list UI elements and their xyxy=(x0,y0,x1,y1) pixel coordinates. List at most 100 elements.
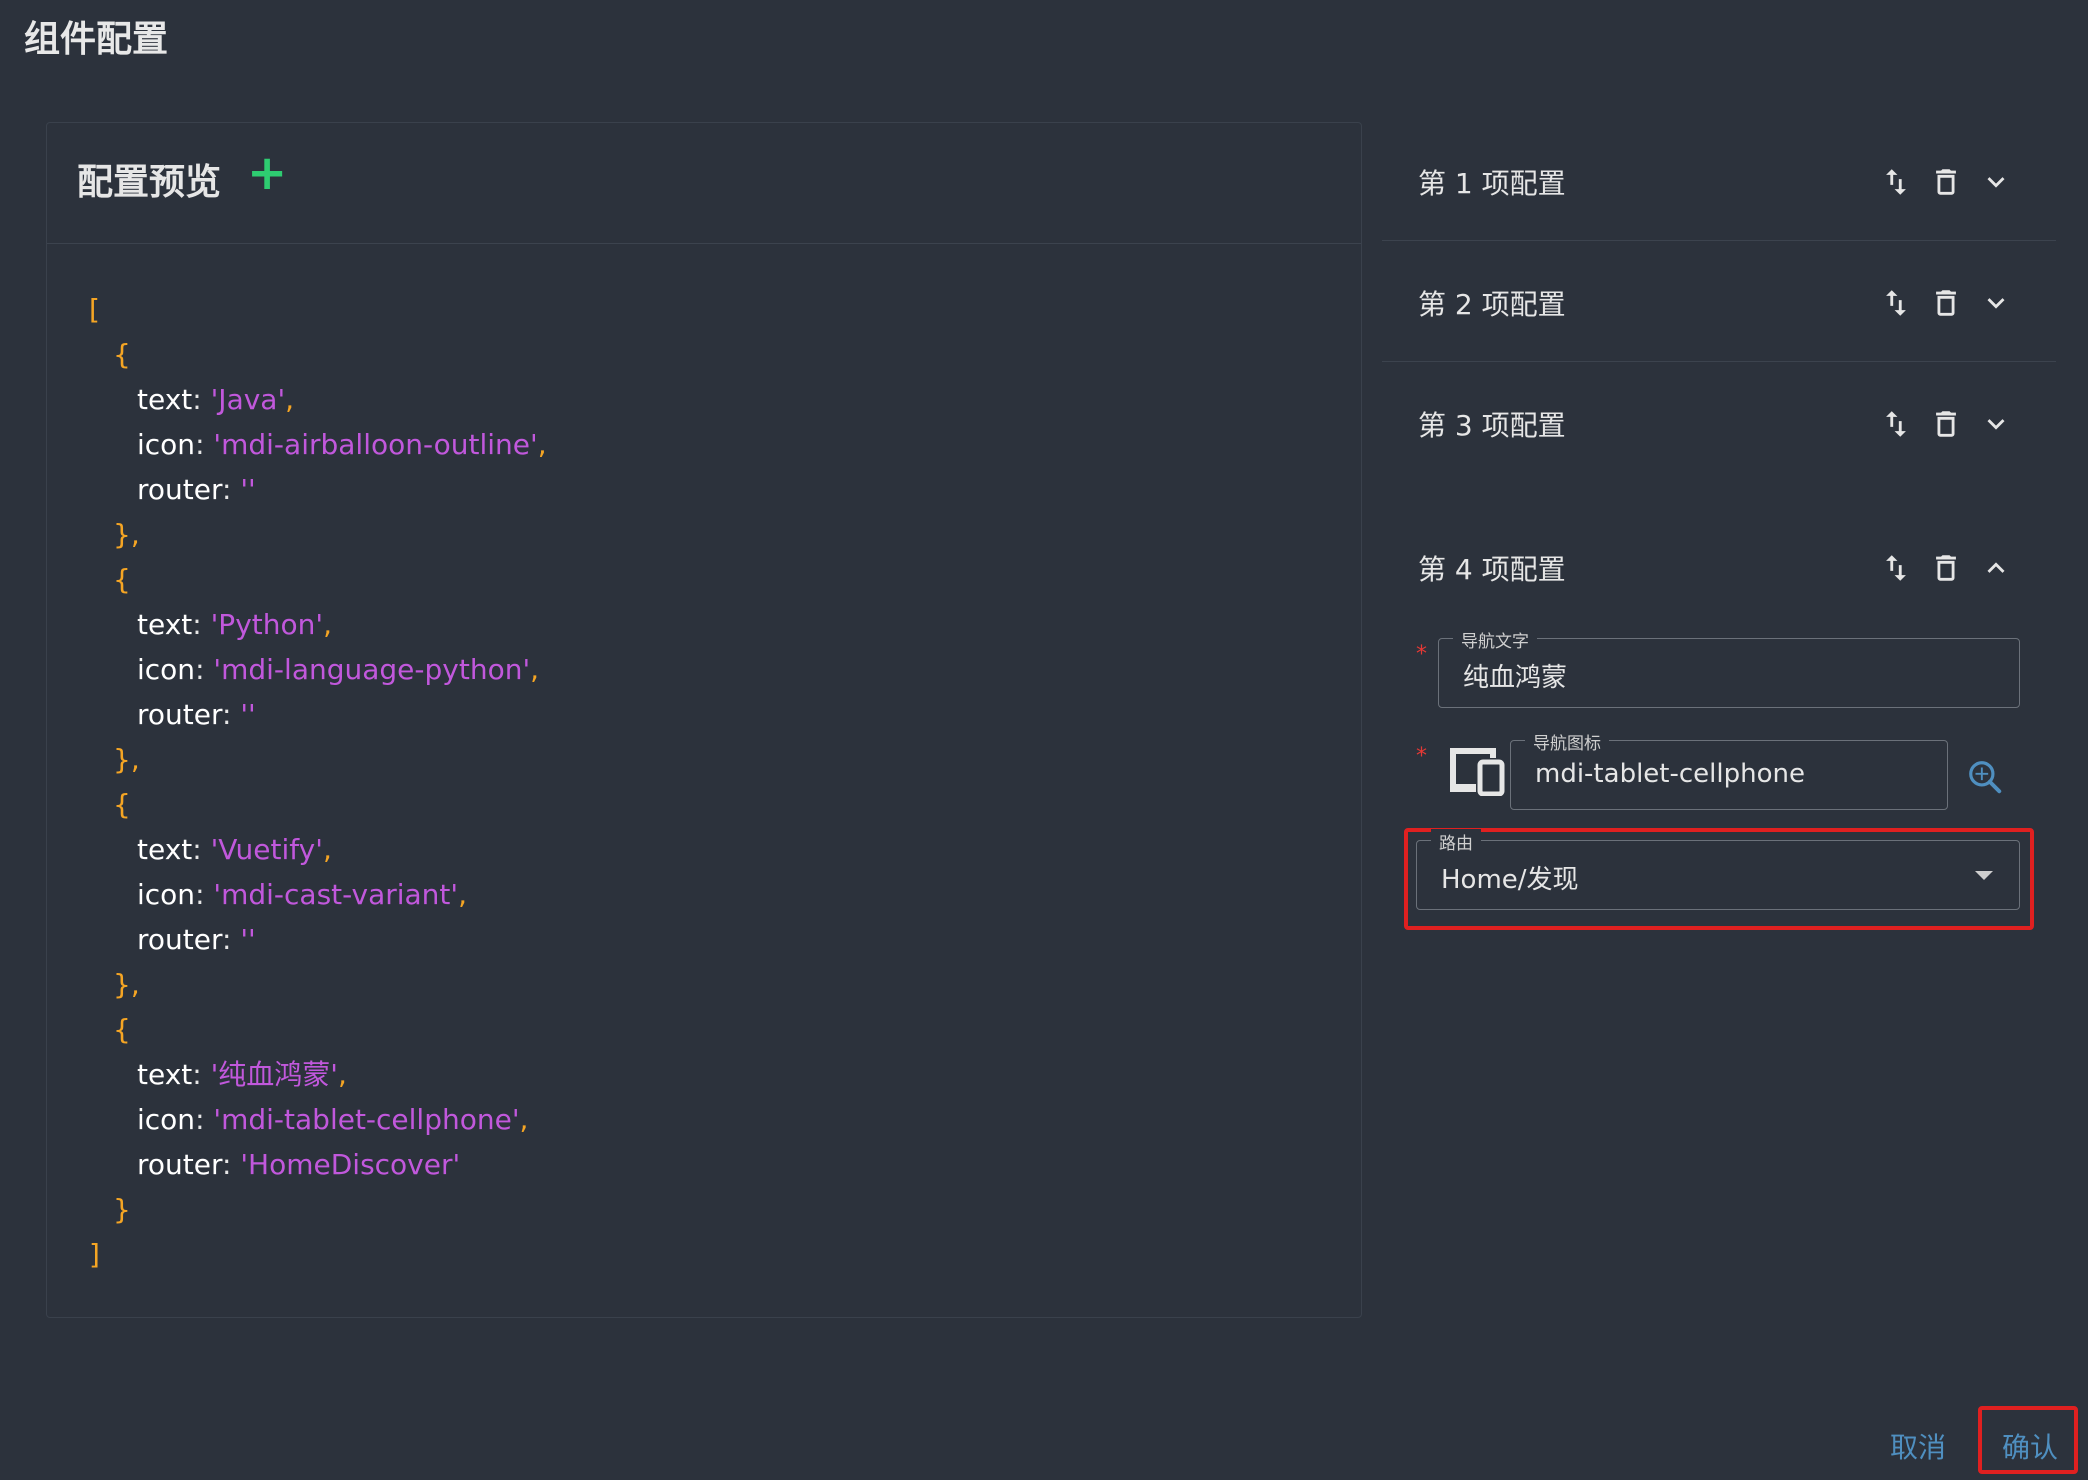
code-token: : xyxy=(222,923,241,956)
code-token: router xyxy=(137,698,222,731)
code-token: 'mdi-airballoon-outline' xyxy=(213,428,538,461)
delete-icon[interactable] xyxy=(1926,162,1966,202)
code-token: 'Python' xyxy=(210,608,324,641)
code-line: text: '纯血鸿蒙', xyxy=(89,1052,547,1097)
dropdown-arrow-icon xyxy=(1975,871,1993,880)
code-token: icon xyxy=(137,428,196,461)
page-title: 组件配置 xyxy=(24,19,169,60)
code-token: : xyxy=(222,1148,241,1181)
code-token: 'mdi-language-python' xyxy=(213,653,531,686)
nav-text-value: 纯血鸿蒙 xyxy=(1463,663,1568,693)
code-token: text xyxy=(137,383,193,416)
nav-icon-field[interactable]: 导航图标 mdi-tablet-cellphone xyxy=(1510,729,1948,810)
required-mark: * xyxy=(1416,744,1427,769)
code-line: { xyxy=(89,782,547,827)
route-value: Home/发现 xyxy=(1441,865,1579,895)
code-token: { xyxy=(113,563,131,596)
code-token: text xyxy=(137,1058,193,1091)
code-token: icon xyxy=(137,653,196,686)
delete-icon[interactable] xyxy=(1926,548,1966,588)
config-item-4[interactable]: 第 4 项配置 xyxy=(1382,506,2056,626)
code-line: icon: 'mdi-cast-variant', xyxy=(89,872,547,917)
code-line: [ xyxy=(89,287,547,332)
code-line: { xyxy=(89,332,547,377)
nav-text-legend: 导航文字 xyxy=(1453,627,1537,652)
code-token: : xyxy=(192,608,211,641)
code-token: 'mdi-tablet-cellphone' xyxy=(213,1103,520,1136)
delete-icon[interactable] xyxy=(1926,283,1966,323)
code-line: { xyxy=(89,1007,547,1052)
code-token: }, xyxy=(113,518,140,551)
code-token: router xyxy=(137,473,222,506)
code-token: text xyxy=(137,608,193,641)
code-line: { xyxy=(89,557,547,602)
tablet-cellphone-icon xyxy=(1450,748,1505,796)
code-line: router: '' xyxy=(89,692,547,737)
nav-icon-value: mdi-tablet-cellphone xyxy=(1535,759,1805,789)
swap-vertical-icon[interactable] xyxy=(1876,548,1916,588)
code-token: router xyxy=(137,923,222,956)
config-item-3[interactable]: 第 3 项配置 xyxy=(1382,362,2056,482)
code-token: '' xyxy=(240,923,256,956)
code-token: , xyxy=(323,608,332,641)
code-token: 'Vuetify' xyxy=(210,833,323,866)
code-token: , xyxy=(519,1103,529,1136)
code-line: }, xyxy=(89,962,547,1007)
code-token: , xyxy=(537,428,547,461)
code-token: : xyxy=(192,833,211,866)
route-legend: 路由 xyxy=(1431,829,1481,854)
code-token: : xyxy=(195,1103,214,1136)
code-token: '' xyxy=(240,698,256,731)
delete-icon[interactable] xyxy=(1926,404,1966,444)
code-token: , xyxy=(338,1058,347,1091)
config-item-label: 第 2 项配置 xyxy=(1418,288,1566,321)
swap-vertical-icon[interactable] xyxy=(1876,404,1916,444)
code-token: '' xyxy=(240,473,256,506)
search-icon[interactable] xyxy=(1966,758,2004,796)
config-panel: 第 1 项配置 第 2 项配置 第 3 项配置 第 4 项配置 xyxy=(1382,120,2056,626)
config-item-1[interactable]: 第 1 项配置 xyxy=(1382,120,2056,241)
code-token: '纯血鸿蒙' xyxy=(210,1058,339,1091)
code-token: 'Java' xyxy=(210,383,286,416)
code-token: , xyxy=(530,653,540,686)
preview-card: 配置预览 + [{text: 'Java', icon: 'mdi-airball… xyxy=(46,122,1362,1318)
confirm-button[interactable]: 确认 xyxy=(2002,1426,2058,1466)
code-line: }, xyxy=(89,737,547,782)
code-token: : xyxy=(195,653,214,686)
config-item-2[interactable]: 第 2 项配置 xyxy=(1382,241,2056,362)
code-line: router: '' xyxy=(89,467,547,512)
code-token: 'HomeDiscover' xyxy=(240,1148,461,1181)
required-mark: * xyxy=(1416,642,1427,667)
code-token: icon xyxy=(137,878,196,911)
nav-text-field[interactable]: 导航文字 纯血鸿蒙 xyxy=(1438,627,2020,708)
chevron-down-icon[interactable] xyxy=(1976,283,2016,323)
swap-vertical-icon[interactable] xyxy=(1876,283,1916,323)
code-line: router: 'HomeDiscover' xyxy=(89,1142,547,1187)
code-token: : xyxy=(192,1058,211,1091)
code-line: text: 'Vuetify', xyxy=(89,827,547,872)
code-token: 'mdi-cast-variant' xyxy=(213,878,459,911)
code-token: text xyxy=(137,833,193,866)
code-token: }, xyxy=(113,743,140,776)
chevron-up-icon[interactable] xyxy=(1976,548,2016,588)
chevron-down-icon[interactable] xyxy=(1976,162,2016,202)
config-item-label: 第 4 项配置 xyxy=(1418,553,1566,586)
route-select[interactable]: 路由 Home/发现 xyxy=(1416,829,2020,910)
code-line: text: 'Java', xyxy=(89,377,547,422)
swap-vertical-icon[interactable] xyxy=(1876,162,1916,202)
code-token: : xyxy=(195,878,214,911)
plus-icon[interactable]: + xyxy=(247,149,287,197)
code-line: icon: 'mdi-airballoon-outline', xyxy=(89,422,547,467)
preview-header: 配置预览 + xyxy=(47,123,1361,244)
code-token: { xyxy=(113,788,131,821)
nav-icon-legend: 导航图标 xyxy=(1525,729,1609,754)
code-token: { xyxy=(113,1013,131,1046)
chevron-down-icon[interactable] xyxy=(1976,404,2016,444)
code-line: } xyxy=(89,1187,547,1232)
code-token: : xyxy=(222,698,241,731)
cancel-button[interactable]: 取消 xyxy=(1890,1426,1946,1466)
config-item-label: 第 3 项配置 xyxy=(1418,409,1566,442)
code-token: , xyxy=(322,833,332,866)
preview-title: 配置预览 xyxy=(77,162,222,203)
code-token: }, xyxy=(113,968,140,1001)
